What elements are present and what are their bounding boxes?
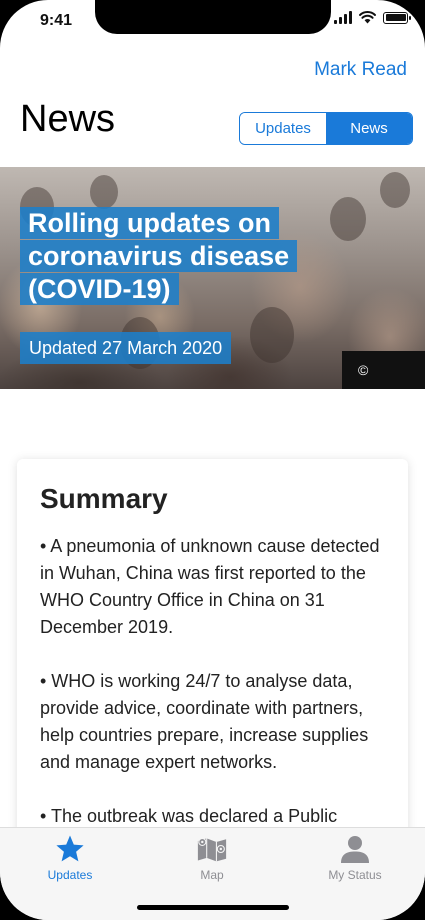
wifi-icon	[359, 11, 376, 24]
signal-icon	[334, 11, 352, 24]
hero-updated-date: Updated 27 March 2020	[20, 332, 232, 364]
crowd-shape	[330, 197, 366, 241]
status-bar: 9:41	[0, 0, 425, 44]
segmented-control: Updates News	[239, 112, 413, 145]
status-icons	[334, 11, 411, 24]
summary-paragraph: • A pneumonia of unknown cause detected …	[40, 536, 380, 637]
segment-updates[interactable]: Updates	[240, 113, 326, 144]
mark-read-button[interactable]: Mark Read	[314, 59, 407, 81]
segment-news[interactable]: News	[326, 113, 412, 144]
notch	[95, 0, 331, 34]
summary-title: Summary	[40, 483, 168, 514]
page-title: News	[20, 98, 116, 140]
summary-card: Summary • A pneumonia of unknown cause d…	[17, 459, 408, 879]
person-icon	[341, 836, 369, 863]
battery-icon	[383, 11, 411, 24]
hero-banner[interactable]: Rolling updates on coronavirus disease (…	[0, 167, 425, 389]
summary-paragraph: • The outbreak was declared a Public	[40, 806, 338, 826]
status-time: 9:41	[40, 12, 73, 29]
crowd-shape	[380, 172, 410, 208]
tab-my-status[interactable]: My Status	[305, 828, 405, 888]
tab-updates[interactable]: Updates	[20, 828, 120, 888]
crowd-shape	[250, 307, 294, 363]
phone-screen: 9:41 Mark Read News Updates News Rolling…	[0, 0, 425, 920]
copyright-badge[interactable]: ©	[342, 351, 425, 389]
tab-map[interactable]: Map	[162, 828, 262, 888]
home-indicator[interactable]	[137, 905, 289, 910]
map-icon	[197, 837, 227, 862]
star-icon	[56, 835, 84, 862]
summary-paragraph: • WHO is working 24/7 to analyse data, p…	[40, 671, 369, 772]
crowd-shape	[90, 175, 118, 209]
hero-title: Rolling updates on coronavirus disease (…	[20, 207, 320, 306]
